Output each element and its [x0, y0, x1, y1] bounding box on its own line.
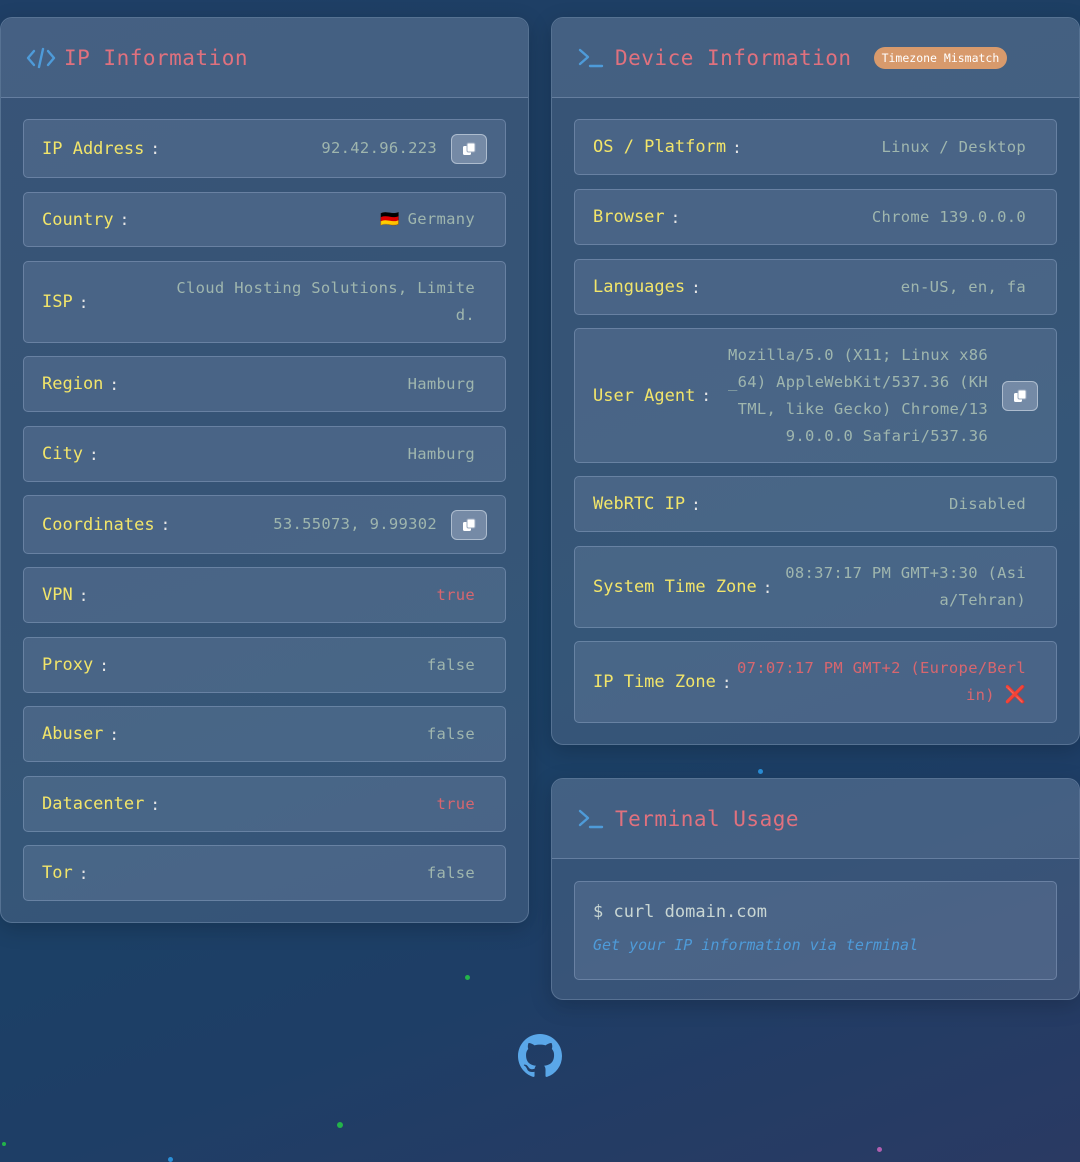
row-user-agent: User Agent: Mozilla/5.0 (X11; Linux x86_… [574, 328, 1057, 463]
datacenter-label: Datacenter [42, 794, 145, 814]
particle-dot [2, 1142, 6, 1146]
particle-dot [758, 769, 763, 774]
device-information-card: Device Information Timezone Mismatch OS … [551, 17, 1080, 745]
isp-label: ISP [42, 292, 73, 312]
row-city: City: Hamburg [23, 426, 506, 482]
abuser-label: Abuser [42, 724, 104, 744]
ip-address-value[interactable]: 92.42.96.223 [321, 135, 437, 162]
system-time-zone-value: 08:37:17 PM GMT+3:30 (Asia/Tehran) [785, 564, 1026, 609]
terminal-icon [577, 806, 607, 832]
terminal-card-header: Terminal Usage [552, 779, 1079, 859]
github-icon[interactable] [518, 1034, 562, 1078]
city-label: City [42, 444, 83, 464]
os-platform-value: Linux / Desktop [881, 137, 1026, 156]
ip-time-zone-value: 07:07:17 PM GMT+2 (Europe/Berlin) [737, 659, 1026, 704]
row-proxy: Proxy: false [23, 637, 506, 693]
ip-card-title: IP Information [64, 45, 249, 70]
copy-icon [463, 518, 476, 531]
terminal-usage-card: Terminal Usage $ curl domain.com Get you… [551, 778, 1080, 1000]
country-label: Country [42, 209, 114, 230]
row-browser: Browser: Chrome 139.0.0.0 [574, 189, 1057, 245]
user-agent-value[interactable]: Mozilla/5.0 (X11; Linux x86_64) AppleWeb… [726, 342, 988, 450]
terminal-card-title: Terminal Usage [615, 806, 800, 831]
row-vpn: VPN: true [23, 567, 506, 623]
vpn-label: VPN [42, 585, 73, 605]
region-value: Hamburg [407, 374, 475, 393]
terminal-description: Get your IP information via terminal [593, 936, 919, 954]
particle-dot [877, 1147, 882, 1152]
user-agent-label: User Agent [593, 385, 696, 406]
row-system-time-zone: System Time Zone: 08:37:17 PM GMT+3:30 (… [574, 546, 1057, 628]
city-value: Hamburg [407, 444, 475, 463]
terminal-command-box: $ curl domain.com Get your IP informatio… [574, 881, 1057, 980]
webrtc-ip-label: WebRTC IP [593, 494, 686, 514]
device-card-header: Device Information Timezone Mismatch [552, 18, 1079, 98]
mismatch-x-icon: ❌ [1004, 685, 1026, 705]
system-time-zone-label: System Time Zone [593, 577, 757, 597]
row-languages: Languages: en-US, en, fa [574, 259, 1057, 315]
tor-value: false [426, 863, 475, 882]
ip-card-header: IP Information [1, 18, 528, 98]
copy-ip-button[interactable] [451, 133, 487, 164]
coordinates-value[interactable]: 53.55073, 9.99302 [273, 511, 437, 538]
row-country: Country: 🇩🇪 Germany [23, 192, 506, 247]
webrtc-ip-value: Disabled [948, 494, 1026, 513]
row-region: Region: Hamburg [23, 356, 506, 412]
copy-icon [1014, 389, 1027, 402]
row-ip-time-zone: IP Time Zone: 07:07:17 PM GMT+2 (Europe/… [574, 641, 1057, 723]
particle-dot [168, 1157, 173, 1162]
row-tor: Tor: false [23, 845, 506, 901]
ip-information-card: IP Information IP Address: 92.42.96.223 … [0, 17, 529, 923]
isp-value: Cloud Hosting Solutions, Limited. [176, 279, 475, 324]
row-isp: ISP: Cloud Hosting Solutions, Limited. [23, 261, 506, 343]
ip-time-zone-value-wrap: 07:07:17 PM GMT+2 (Europe/Berlin) ❌ [731, 655, 1026, 709]
region-label: Region [42, 374, 104, 394]
particle-dot [465, 975, 470, 980]
copy-coordinates-button[interactable] [451, 509, 487, 540]
country-value: Germany [407, 210, 475, 228]
coordinates-label: Coordinates [42, 514, 155, 535]
browser-label: Browser [593, 207, 665, 227]
row-abuser: Abuser: false [23, 706, 506, 762]
row-coordinates: Coordinates: 53.55073, 9.99302 [23, 495, 506, 554]
timezone-mismatch-badge: Timezone Mismatch [873, 46, 1008, 69]
vpn-value: true [436, 585, 475, 604]
terminal-icon [577, 45, 607, 71]
abuser-value: false [426, 724, 475, 743]
proxy-label: Proxy [42, 655, 94, 675]
datacenter-value: true [436, 794, 475, 813]
code-icon [26, 45, 56, 71]
ip-time-zone-label: IP Time Zone [593, 672, 716, 692]
copy-icon [463, 142, 476, 155]
languages-label: Languages [593, 277, 686, 297]
os-platform-label: OS / Platform [593, 137, 727, 157]
device-card-title: Device Information [615, 45, 852, 70]
row-ip-address: IP Address: 92.42.96.223 [23, 119, 506, 178]
browser-value: Chrome 139.0.0.0 [871, 207, 1026, 226]
tor-label: Tor [42, 863, 73, 883]
row-os-platform: OS / Platform: Linux / Desktop [574, 119, 1057, 175]
flag-icon: 🇩🇪 [379, 210, 400, 228]
ip-address-label: IP Address [42, 138, 145, 159]
country-value-wrap: 🇩🇪 Germany [380, 206, 475, 233]
particle-dot [337, 1122, 343, 1128]
languages-value: en-US, en, fa [900, 277, 1026, 296]
proxy-value: false [426, 655, 475, 674]
copy-user-agent-button[interactable] [1002, 380, 1038, 411]
terminal-command[interactable]: $ curl domain.com [593, 902, 1038, 922]
row-datacenter: Datacenter: true [23, 776, 506, 832]
row-webrtc-ip: WebRTC IP: Disabled [574, 476, 1057, 532]
